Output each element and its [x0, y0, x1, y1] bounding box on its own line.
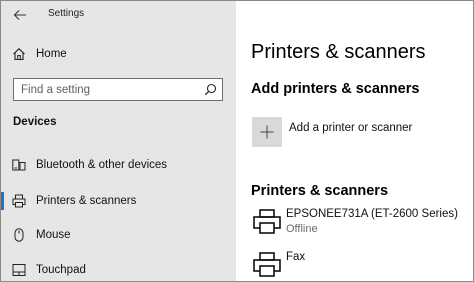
sidebar-item-label: Touchpad: [36, 264, 86, 276]
search-icon[interactable]: [204, 83, 217, 96]
main-content: Printers & scanners Add printers & scann…: [236, 1, 473, 281]
sidebar-item-printers[interactable]: Printers & scanners: [1, 187, 236, 215]
printer-icon: [253, 209, 281, 234]
sidebar-item-home[interactable]: Home: [1, 40, 236, 68]
device-name: Fax: [286, 251, 306, 263]
device-item-fax[interactable]: Fax: [252, 249, 473, 281]
sidebar-item-label: Mouse: [36, 229, 71, 241]
device-name: EPSONEE731A (ET-2600 Series): [286, 208, 458, 220]
page-title: Printers & scanners: [251, 41, 426, 63]
sidebar-item-mouse[interactable]: Mouse: [1, 221, 236, 249]
add-printer-button[interactable]: [252, 117, 282, 147]
printer-icon: [253, 252, 281, 277]
bluetooth-devices-icon: [12, 159, 26, 171]
sidebar-item-label: Printers & scanners: [36, 195, 137, 207]
sidebar-item-label: Bluetooth & other devices: [36, 159, 168, 171]
add-section-heading: Add printers & scanners: [251, 81, 420, 97]
device-item-epson[interactable]: EPSONEE731A (ET-2600 Series) Offline: [252, 206, 473, 240]
sidebar-item-touchpad[interactable]: Touchpad: [1, 256, 236, 281]
back-button[interactable]: [11, 6, 31, 24]
app-title: Settings: [48, 8, 85, 19]
plus-icon: [260, 125, 274, 139]
settings-window: Settings Home Devices Bluetooth & othe: [0, 0, 474, 282]
list-section-heading: Printers & scanners: [251, 183, 389, 199]
sidebar-item-bluetooth[interactable]: Bluetooth & other devices: [1, 151, 236, 179]
section-heading: Devices: [13, 116, 57, 128]
device-status: Offline: [286, 223, 318, 235]
back-arrow-icon: [13, 10, 26, 20]
printer-icon: [12, 194, 26, 208]
add-printer-label[interactable]: Add a printer or scanner: [289, 122, 412, 134]
touchpad-icon: [12, 264, 26, 276]
selection-indicator: [1, 192, 4, 210]
search-input[interactable]: [14, 79, 202, 100]
sidebar-item-label: Home: [36, 48, 67, 60]
sidebar: Settings Home Devices Bluetooth & othe: [1, 1, 236, 281]
search-box: [13, 78, 223, 101]
home-icon: [13, 48, 25, 61]
mouse-icon: [14, 228, 24, 242]
title-bar: Settings: [1, 1, 236, 29]
